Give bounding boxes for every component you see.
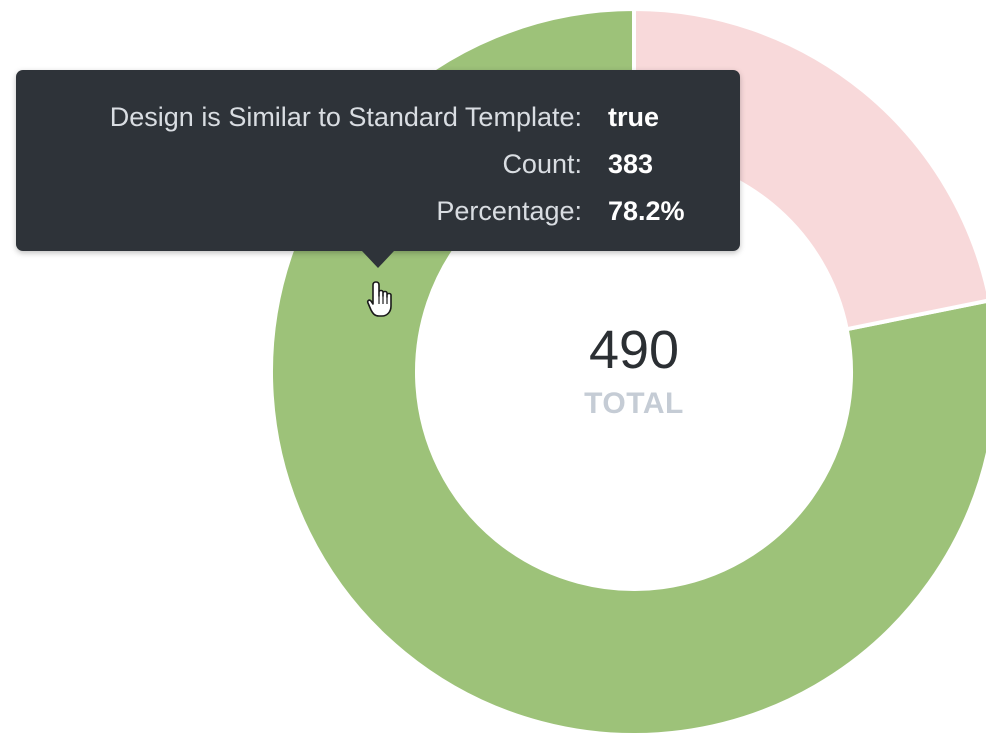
donut-chart-panel: 490 TOTAL Design is Similar to Standard … [0,0,986,734]
tooltip-value: 78.2% [608,196,685,226]
hand-pointer-icon [366,281,392,317]
chart-tooltip: Design is Similar to Standard Template: … [16,70,740,268]
tooltip-arrow [362,251,394,268]
chart-total-value: 490 [588,320,680,380]
tooltip-value: 383 [608,149,654,179]
tooltip-row-percentage: Percentage: 78.2% [16,188,740,234]
tooltip-row-count: Count: 383 [16,141,740,187]
tooltip-value: true [608,102,660,132]
tooltip-key: Percentage: [436,196,582,226]
tooltip-key: Count: [502,149,582,179]
chart-total-label: TOTAL [584,387,684,420]
tooltip-row-category: Design is Similar to Standard Template: … [16,94,740,140]
tooltip-key: Design is Similar to Standard Template: [109,102,582,132]
